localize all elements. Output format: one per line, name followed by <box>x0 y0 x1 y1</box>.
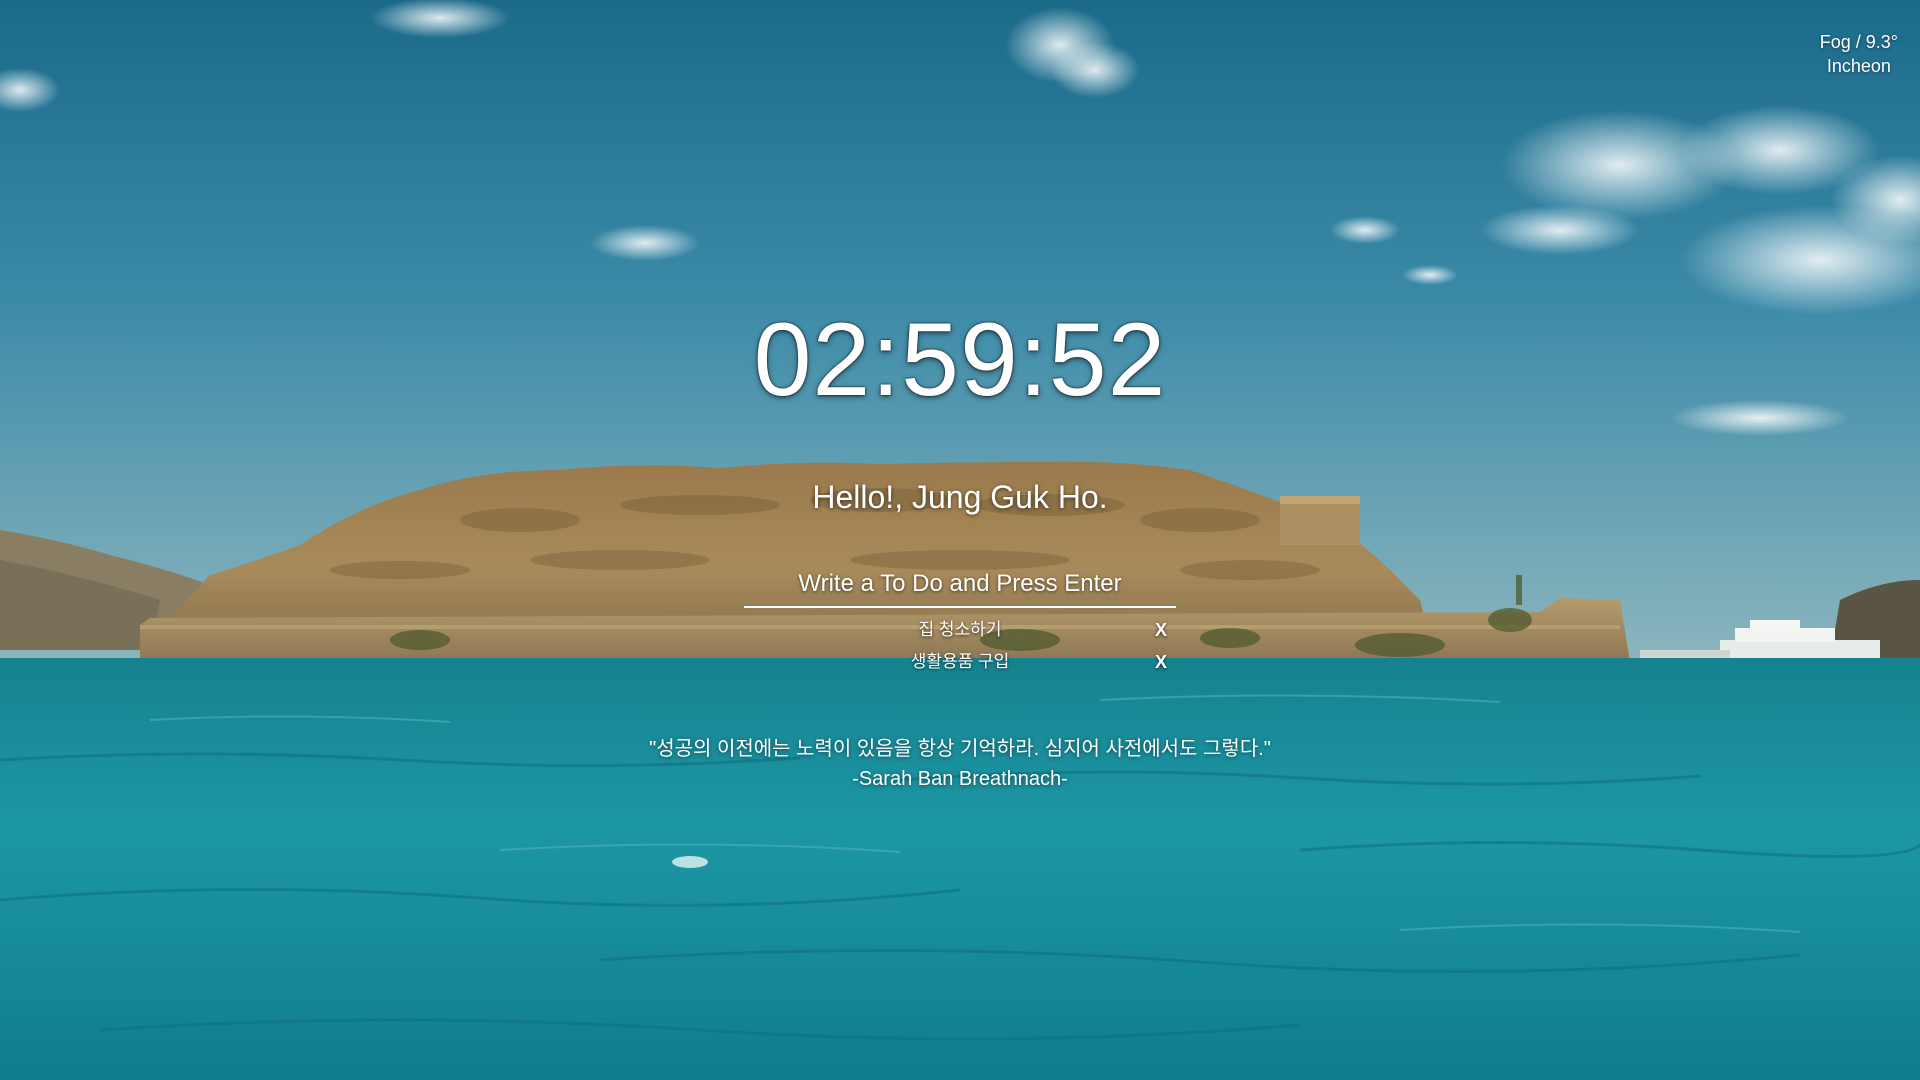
quote-author: -Sarah Ban Breathnach- <box>852 768 1068 790</box>
delete-todo-button[interactable]: X <box>1150 646 1172 678</box>
main-content: 02:59:52 Hello!, Jung Guk Ho. 집 청소하기 X 생… <box>0 0 1920 1080</box>
todo-input[interactable] <box>744 566 1176 608</box>
todo-item-text: 집 청소하기 <box>918 620 1002 639</box>
todo-list: 집 청소하기 X 생활용품 구입 X <box>744 614 1176 678</box>
quote-text: "성공의 이전에는 노력이 있음을 항상 기억하라. 심지어 사전에서도 그렇다… <box>649 738 1271 760</box>
todo-item-text: 생활용품 구입 <box>910 652 1010 671</box>
clock: 02:59:52 <box>753 302 1167 418</box>
todo-item: 생활용품 구입 X <box>744 646 1176 678</box>
todo-form: 집 청소하기 X 생활용품 구입 X <box>744 566 1176 678</box>
todo-item: 집 청소하기 X <box>744 614 1176 646</box>
greeting: Hello!, Jung Guk Ho. <box>812 479 1108 515</box>
delete-todo-button[interactable]: X <box>1150 614 1172 646</box>
quote: "성공의 이전에는 노력이 있음을 항상 기억하라. 심지어 사전에서도 그렇다… <box>0 734 1920 794</box>
